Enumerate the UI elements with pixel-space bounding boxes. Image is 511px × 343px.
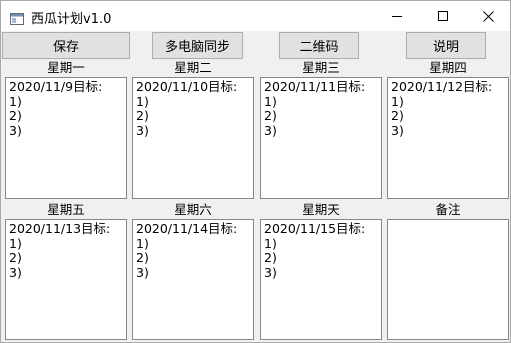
app-window-icon — [10, 10, 24, 25]
friday-label: 星期五 — [47, 202, 85, 217]
tuesday-label: 星期二 — [174, 60, 212, 75]
window-title: 西瓜计划v1.0 — [31, 12, 112, 27]
save-button[interactable]: 保存 — [2, 32, 130, 59]
help-button[interactable]: 说明 — [406, 32, 486, 59]
friday-textarea[interactable]: 2020/11/13目标: 1) 2) 3) — [5, 219, 127, 340]
minimize-button[interactable] — [374, 1, 420, 31]
tuesday-textarea[interactable]: 2020/11/10目标: 1) 2) 3) — [132, 77, 254, 199]
close-icon — [482, 10, 494, 22]
notes-textarea[interactable] — [387, 219, 509, 340]
wednesday-label: 星期三 — [302, 60, 340, 75]
maximize-button[interactable] — [420, 1, 466, 31]
sunday-label: 星期天 — [302, 202, 340, 217]
notes-label: 备注 — [435, 202, 461, 217]
maximize-icon — [438, 11, 448, 21]
monday-label: 星期一 — [47, 60, 85, 75]
qrcode-button[interactable]: 二维码 — [279, 32, 359, 59]
saturday-label: 星期六 — [174, 202, 212, 217]
saturday-textarea[interactable]: 2020/11/14目标: 1) 2) 3) — [132, 219, 254, 340]
monday-textarea[interactable]: 2020/11/9目标: 1) 2) 3) — [5, 77, 127, 199]
thursday-textarea[interactable]: 2020/11/12目标: 1) 2) 3) — [387, 77, 509, 199]
minimize-icon — [392, 11, 402, 21]
thursday-label: 星期四 — [429, 60, 467, 75]
main-window: 西瓜计划v1.0 保存 多电脑同步 二维码 说明 星期一 星期二 星期三 星期四… — [0, 0, 511, 343]
close-button[interactable] — [465, 1, 510, 31]
sunday-textarea[interactable]: 2020/11/15目标: 1) 2) 3) — [260, 219, 382, 340]
multi-pc-sync-button[interactable]: 多电脑同步 — [152, 32, 243, 59]
wednesday-textarea[interactable]: 2020/11/11目标: 1) 2) 3) — [260, 77, 382, 199]
title-bar[interactable]: 西瓜计划v1.0 — [1, 1, 510, 31]
